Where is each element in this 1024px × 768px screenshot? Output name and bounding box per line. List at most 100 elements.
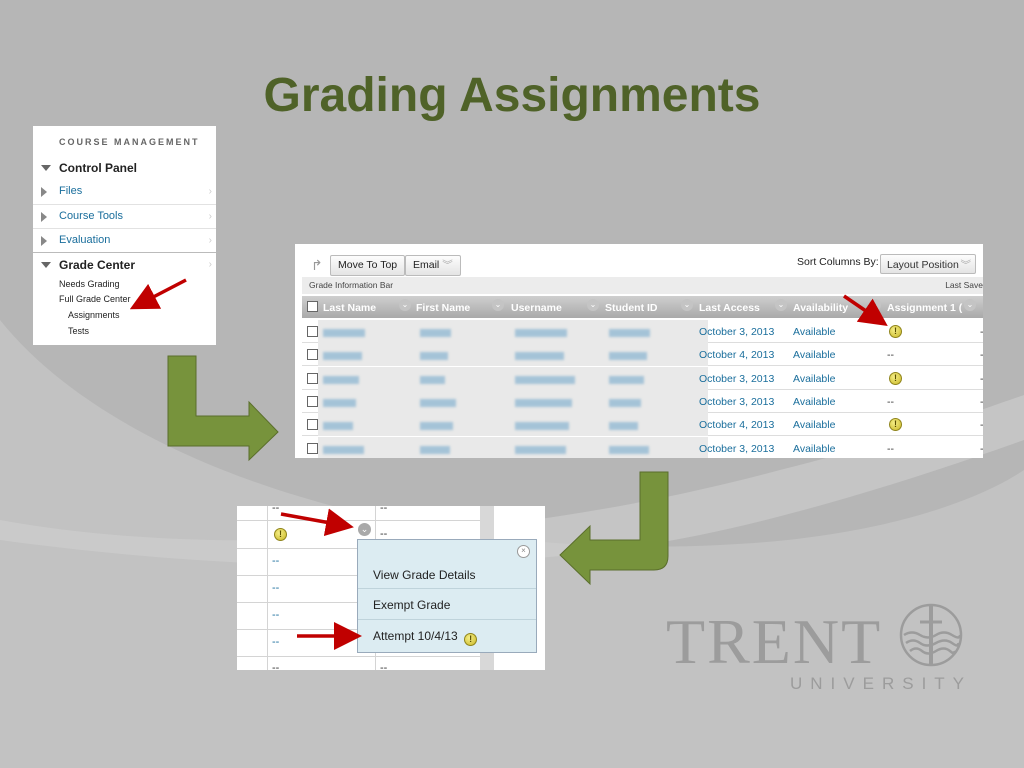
column-student-id[interactable]: Student ID [605, 302, 658, 314]
availability-cell[interactable]: Available [793, 326, 835, 338]
assignment-1-cell[interactable]: -- [887, 396, 894, 408]
availability-cell[interactable]: Available [793, 443, 835, 455]
chevron-right-icon: › [208, 211, 212, 222]
column-first-name[interactable]: First Name [416, 302, 470, 314]
column-assignment-1[interactable]: Assignment 1 ( [887, 302, 965, 314]
sort-columns-label: Sort Columns By: [797, 256, 879, 268]
blurred-student-info [420, 398, 456, 407]
needs-grading-link[interactable]: Needs Grading [59, 279, 120, 289]
move-to-top-button[interactable]: Move To Top [330, 255, 406, 276]
table-row[interactable]: October 3, 2013 Available! - [302, 320, 983, 343]
table-row[interactable]: October 3, 2013Available--- [302, 436, 983, 458]
blurred-student-info [515, 422, 569, 431]
next-column-cell: - [980, 443, 983, 455]
needs-grading-icon[interactable]: ! [274, 528, 287, 541]
blurred-student-info [609, 445, 649, 454]
grade-cell: -- [272, 609, 280, 621]
logo-wordmark: TRENT [666, 606, 883, 677]
blurred-student-info [420, 375, 445, 384]
view-grade-details-item[interactable]: View Grade Details [373, 568, 476, 582]
blurred-student-info [515, 329, 567, 337]
row-checkbox[interactable] [307, 349, 318, 361]
column-menu-icon[interactable]: ⌄ [869, 299, 881, 311]
divider [237, 656, 480, 657]
grade-cell-popup-panel: -- -- ! ⌄ -- -- -- -- -- -- -- × View Gr… [237, 506, 545, 670]
trent-seal-icon [899, 603, 963, 667]
blurred-student-info [515, 352, 564, 361]
table-row[interactable]: October 3, 2013Available--- [302, 389, 983, 413]
row-shade [318, 343, 708, 367]
select-all-checkbox[interactable] [307, 301, 318, 312]
control-panel-label: Control Panel [59, 161, 138, 175]
assignment-1-cell[interactable]: -- [887, 349, 894, 361]
availability-cell[interactable]: Available [793, 373, 835, 385]
column-menu-icon[interactable]: ⌄ [492, 299, 504, 311]
table-row[interactable]: October 4, 2013Available--- [302, 343, 983, 367]
needs-grading-icon[interactable]: ! [889, 371, 902, 385]
grade-cell: -- [380, 662, 388, 670]
column-menu-icon[interactable]: ⌄ [681, 299, 693, 311]
last-access-cell: October 4, 2013 [699, 419, 775, 432]
needs-grading-icon[interactable]: ! [889, 325, 902, 338]
needs-grading-icon[interactable]: ! [889, 418, 902, 432]
column-last-name[interactable]: Last Name [323, 302, 376, 314]
row-checkbox[interactable] [307, 419, 318, 431]
next-column-cell: - [980, 396, 983, 408]
full-grade-center-link[interactable]: Full Grade Center [59, 294, 131, 304]
row-shade [318, 389, 708, 413]
grade-cell: -- [272, 636, 280, 648]
row-checkbox[interactable] [307, 442, 318, 454]
assignments-link[interactable]: Assignments [68, 310, 120, 320]
attempt-item[interactable]: Attempt 10/4/13 ! [373, 629, 478, 646]
blurred-student-info [515, 445, 566, 454]
course-management-panel: COURSE MANAGEMENT Control Panel Files › … [33, 126, 216, 345]
availability-cell[interactable]: Available [793, 396, 835, 408]
assignment-1-cell[interactable]: -- [887, 443, 894, 455]
grade-information-bar: Grade Information Bar Last Save [302, 277, 983, 294]
column-username[interactable]: Username [511, 302, 562, 314]
table-row[interactable]: October 4, 2013 Available! - [302, 413, 983, 437]
tests-link[interactable]: Tests [68, 326, 89, 336]
close-icon[interactable]: × [517, 545, 530, 558]
availability-cell[interactable]: Available [793, 349, 835, 361]
column-menu-icon[interactable]: ⌄ [399, 299, 411, 311]
row-shade [318, 413, 708, 437]
course-management-header: COURSE MANAGEMENT [59, 137, 200, 147]
sidebar-item-evaluation[interactable]: Evaluation › [33, 228, 216, 252]
files-label: Files [59, 185, 83, 197]
row-checkbox[interactable] [307, 395, 318, 407]
row-checkbox[interactable] [307, 372, 318, 384]
next-column-cell: - [980, 373, 983, 385]
column-last-access[interactable]: Last Access [699, 302, 760, 314]
move-arrow-icon: ↱ [311, 257, 323, 273]
email-button[interactable]: Email ︾ [405, 255, 461, 276]
chevron-right-icon: › [208, 235, 212, 246]
exempt-grade-item[interactable]: Exempt Grade [373, 598, 450, 612]
sidebar-item-course-tools[interactable]: Course Tools › [33, 204, 216, 228]
sidebar-item-files[interactable]: Files › [33, 180, 216, 204]
sidebar-item-grade-center[interactable]: Grade Center › [33, 252, 216, 276]
availability-cell[interactable]: Available [793, 419, 835, 431]
cell-menu-chevron-icon[interactable]: ⌄ [358, 523, 371, 536]
column-menu-icon[interactable]: ⌄ [964, 299, 976, 311]
blurred-student-info [515, 398, 572, 407]
table-row[interactable]: October 3, 2013 Available! - [302, 366, 983, 390]
next-column-cell: - [980, 326, 983, 338]
row-checkbox[interactable] [307, 326, 318, 337]
column-availability[interactable]: Availability [793, 302, 848, 314]
row-shade [318, 366, 708, 390]
collapse-icon [41, 165, 51, 171]
last-access-cell: October 4, 2013 [699, 349, 775, 362]
blurred-student-info [420, 445, 450, 454]
column-menu-icon[interactable]: ⌄ [775, 299, 787, 311]
grade-cell: -- [272, 662, 280, 670]
expand-icon [41, 212, 47, 222]
grade-cell: -- [272, 555, 280, 567]
column-menu-icon[interactable]: ⌄ [587, 299, 599, 311]
attempt-label: Attempt 10/4/13 [373, 629, 458, 643]
sort-columns-select[interactable]: Layout Position ︾ [880, 254, 976, 274]
blurred-student-info [609, 352, 647, 361]
logo-subtitle: UNIVERSITY [790, 674, 973, 693]
row-shade [318, 436, 708, 458]
control-panel-item[interactable]: Control Panel [33, 156, 216, 180]
